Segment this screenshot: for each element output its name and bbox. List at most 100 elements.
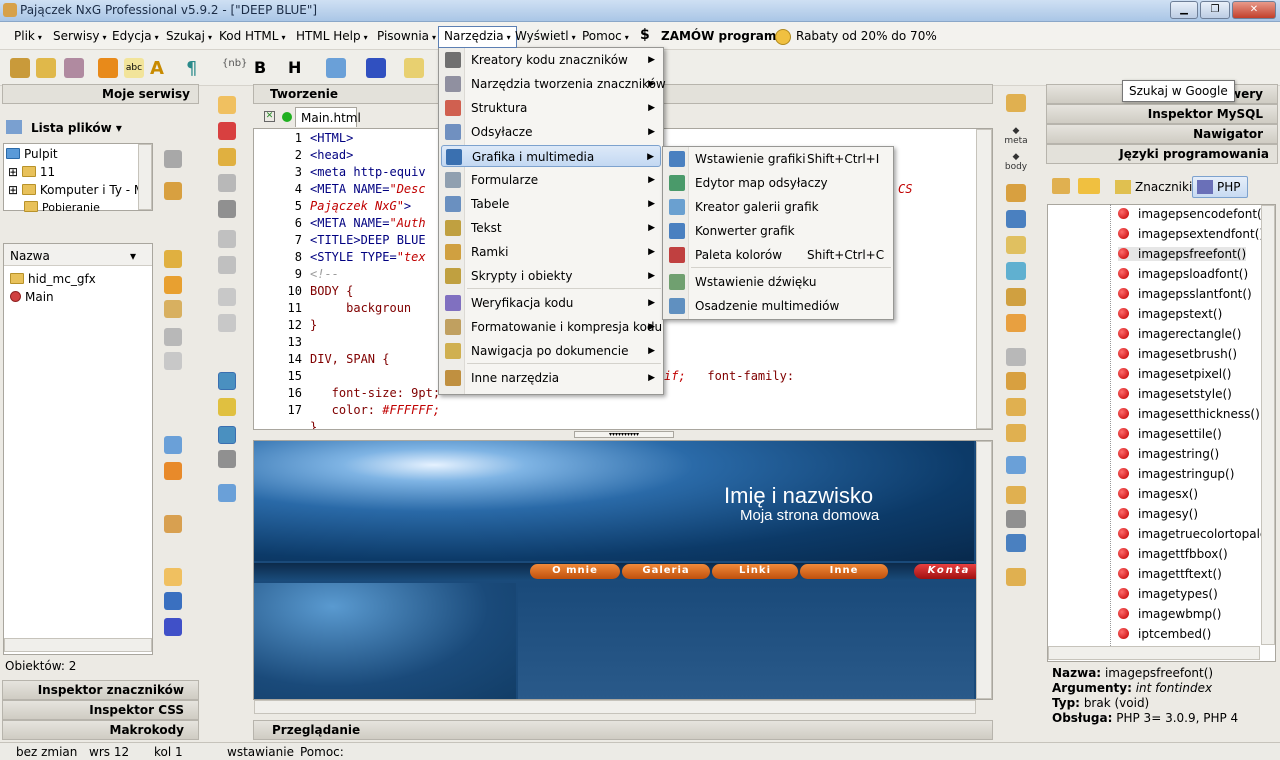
tools-menu-item[interactable]: Grafika i multimedia ▶ <box>441 145 661 167</box>
strip-tool-icon[interactable] <box>164 462 182 480</box>
panel-my-sites[interactable]: Moje serwisy <box>2 84 199 104</box>
toolbar-settings-icon[interactable] <box>64 58 84 78</box>
file-item-folder[interactable]: hid_mc_gfx <box>10 272 96 286</box>
menu-wyświetl[interactable]: Wyświetl ▾ <box>515 29 576 43</box>
panel-navigator[interactable]: Nawigator <box>1046 124 1278 144</box>
discount-link[interactable]: Rabaty od 20% do 70% <box>796 29 937 43</box>
file-list-hscroll[interactable] <box>4 638 152 652</box>
strip-tool-icon[interactable] <box>1052 178 1070 194</box>
tools-menu-item[interactable]: Narzędzia tworzenia znaczników ▶ <box>441 73 666 95</box>
tools-menu-item[interactable]: Formatowanie i kompresja kodu ▶ <box>441 316 662 338</box>
tools-menu-item[interactable]: Odsyłacze ▶ <box>441 121 661 143</box>
function-item[interactable]: imagestring() <box>1118 447 1219 461</box>
function-list-hscroll[interactable] <box>1048 646 1260 660</box>
splitter-handle[interactable]: ▾▾▾▾▾▾▾▾▾▾ <box>574 431 674 438</box>
tab-tags[interactable]: Znaczniki <box>1110 176 1197 198</box>
menu-serwisy[interactable]: Serwisy ▾ <box>53 29 106 43</box>
save-icon[interactable] <box>218 174 236 192</box>
strip-tool-icon[interactable] <box>164 300 182 318</box>
tools-menu-item[interactable]: Kreatory kodu znaczników ▶ <box>441 49 661 71</box>
strip-tool-icon[interactable] <box>164 182 182 200</box>
function-item[interactable]: imagesetstyle() <box>1118 387 1232 401</box>
function-item[interactable]: imagetypes() <box>1118 587 1218 601</box>
graphics-menu-item[interactable]: Konwerter grafik <box>665 220 891 242</box>
tools-menu-item[interactable]: Tabele ▶ <box>441 193 661 215</box>
strip-tool-icon[interactable] <box>164 618 182 636</box>
toolbar-table-icon[interactable] <box>404 58 424 78</box>
toolbar-sitemap-icon[interactable] <box>36 58 56 78</box>
file-item-main[interactable]: Main <box>10 290 54 304</box>
tools-menu-item[interactable]: Skrypty i obiekty ▶ <box>441 265 661 287</box>
tab-main-html[interactable]: Main.html <box>295 107 361 127</box>
preview-nav-item[interactable]: Inne <box>800 564 888 579</box>
redo-icon[interactable] <box>218 256 236 274</box>
close-button[interactable]: ✕ <box>1232 1 1276 19</box>
toolbar-nbsp-icon[interactable]: {nb} <box>222 58 247 78</box>
graphics-menu-item[interactable]: Osadzenie multimediów <box>665 295 891 317</box>
preview-nav-item[interactable]: Linki <box>712 564 798 579</box>
function-item[interactable]: imagetruecolortopale <box>1118 527 1267 541</box>
function-item[interactable]: imagesetpixel() <box>1118 367 1231 381</box>
strip-tool-icon[interactable] <box>1006 236 1026 254</box>
body-tag-icon[interactable]: ◆ body <box>1004 152 1028 172</box>
graphics-menu-item[interactable]: Wstawienie dźwięku <box>665 271 891 293</box>
tree-item-11[interactable]: ⊞ 11 <box>8 165 55 179</box>
strip-tool-icon[interactable] <box>164 568 182 586</box>
print-icon[interactable] <box>218 200 236 218</box>
strip-tool-icon[interactable] <box>1006 372 1026 390</box>
panel-languages[interactable]: Języki programowania <box>1046 144 1278 164</box>
preview-nav-item[interactable]: O mnie <box>530 564 620 579</box>
tree-item-desktop[interactable]: Pulpit <box>6 147 58 161</box>
editor-vscroll[interactable] <box>976 129 992 429</box>
strip-tool-icon[interactable] <box>1006 510 1026 528</box>
strip-tool-icon[interactable] <box>218 122 236 140</box>
toolbar-pencil-icon[interactable] <box>98 58 118 78</box>
panel-macrocodes[interactable]: Makrokody <box>2 720 199 740</box>
graphics-menu-item[interactable]: Edytor map odsyłaczy <box>665 172 891 194</box>
order-link[interactable]: ZAMÓW program! <box>661 29 782 43</box>
copy-icon[interactable] <box>218 314 236 332</box>
function-list-vscroll[interactable] <box>1261 205 1275 645</box>
toolbar-heading-icon[interactable]: H <box>288 58 308 78</box>
strip-tool-icon[interactable] <box>1006 94 1026 112</box>
open-icon[interactable] <box>218 148 236 166</box>
toolbar-color-icon[interactable] <box>366 58 386 78</box>
meta-tag-icon[interactable]: ◆ meta <box>1004 126 1028 146</box>
panel-preview[interactable]: Przeglądanie <box>253 720 993 740</box>
tools-menu-item[interactable]: Weryfikacja kodu ▶ <box>441 292 661 314</box>
box-icon[interactable] <box>164 515 182 533</box>
function-item[interactable]: imagepsextendfont() <box>1118 227 1264 241</box>
tree-item-downloads[interactable]: Pobieranie <box>24 201 100 214</box>
undo-icon[interactable] <box>218 230 236 248</box>
preview-nav-item[interactable]: Konta <box>914 564 984 579</box>
tab-php[interactable]: PHP <box>1192 176 1248 198</box>
function-item[interactable]: imagepsslantfont() <box>1118 287 1252 301</box>
strip-tool-icon[interactable] <box>1006 424 1026 442</box>
strip-tool-icon[interactable] <box>1006 184 1026 202</box>
strip-tool-icon[interactable] <box>164 150 182 168</box>
function-item[interactable]: imagesettile() <box>1118 427 1222 441</box>
menu-narzędzia[interactable]: Narzędzia ▾ <box>438 26 517 48</box>
tools-menu-item[interactable]: Nawigacja po dokumencie ▶ <box>441 340 661 362</box>
menu-pomoc[interactable]: Pomoc ▾ <box>582 29 629 43</box>
strip-tool-icon[interactable] <box>218 372 236 390</box>
function-item[interactable]: imagesetbrush() <box>1118 347 1237 361</box>
function-item[interactable]: imagesetthickness() <box>1118 407 1260 421</box>
function-item[interactable]: imagewbmp() <box>1118 607 1221 621</box>
strip-tool-icon[interactable] <box>1006 456 1026 474</box>
function-item[interactable]: imagepsloadfont() <box>1118 267 1248 281</box>
panel-tag-inspector[interactable]: Inspektor znaczników <box>2 680 199 700</box>
strip-tool-icon[interactable] <box>1006 288 1026 306</box>
strip-tool-icon[interactable] <box>164 276 182 294</box>
zoom-icon[interactable] <box>218 484 236 502</box>
preview-vscroll[interactable] <box>976 441 992 699</box>
tools-menu-item[interactable]: Formularze ▶ <box>441 169 661 191</box>
strip-tool-icon[interactable] <box>218 398 236 416</box>
strip-tool-icon[interactable] <box>1006 486 1026 504</box>
strip-tool-icon[interactable] <box>1006 262 1026 280</box>
toolbar-bold-icon[interactable]: B <box>254 58 274 78</box>
strip-tool-icon[interactable] <box>164 436 182 454</box>
open-folder-icon[interactable] <box>164 250 182 268</box>
toolbar-site-icon[interactable] <box>10 58 30 78</box>
menu-html help[interactable]: HTML Help ▾ <box>296 29 368 43</box>
